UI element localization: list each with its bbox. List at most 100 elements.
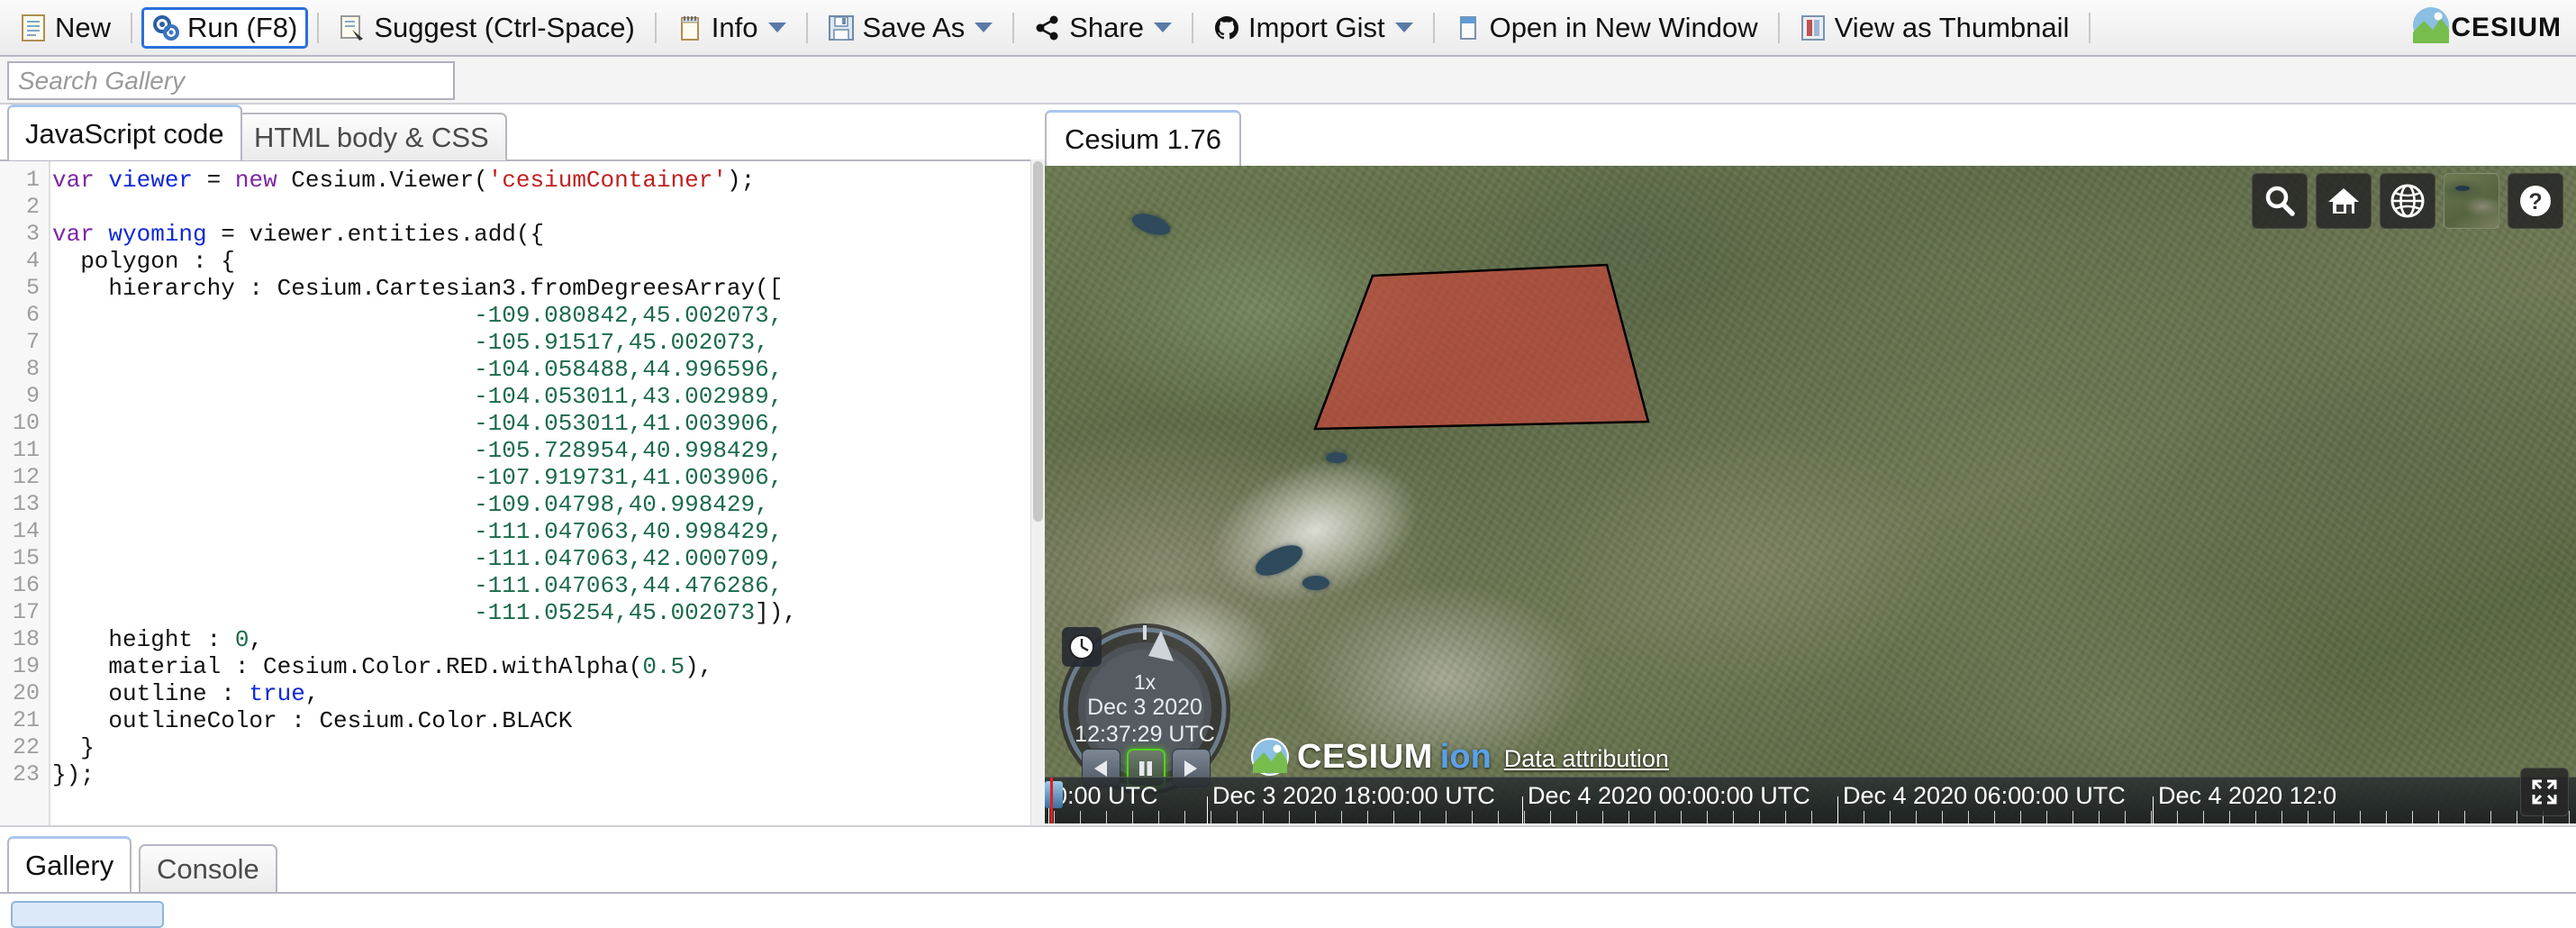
line-number: 3 xyxy=(25,221,40,247)
timeline-minor-tick xyxy=(2177,811,2178,823)
cesium-logo[interactable]: CESIUM xyxy=(2411,5,2567,50)
cesium-brand-text: CESIUM xyxy=(2451,12,2562,42)
help-icon[interactable]: ? xyxy=(2508,173,2563,229)
home-icon[interactable] xyxy=(2316,173,2372,229)
code-token: , xyxy=(304,680,320,707)
timeline-minor-tick xyxy=(1785,811,1786,823)
timeline-scrubber-handle[interactable] xyxy=(1045,781,1063,808)
bottom-panel: Gallery Console xyxy=(0,825,2576,928)
info-button[interactable]: Info xyxy=(666,7,797,49)
search-input[interactable] xyxy=(7,61,455,100)
chevron-down-icon[interactable] xyxy=(1153,23,1172,32)
tab-cesium-version[interactable]: Cesium 1.76 xyxy=(1045,110,1242,166)
gallery-item-placeholder[interactable] xyxy=(11,901,164,928)
timeline-minor-tick xyxy=(1942,811,1943,823)
toolbar-separator xyxy=(805,12,808,43)
new-button-label: New xyxy=(55,11,112,43)
timeline-minor-tick xyxy=(1681,811,1682,823)
save-as-button[interactable]: Save As xyxy=(817,7,1004,49)
line-number: 19 xyxy=(12,653,40,679)
globe-scene-mode-icon[interactable] xyxy=(2380,173,2435,229)
line-number: 8 xyxy=(25,356,40,382)
editor-scroll-thumb[interactable] xyxy=(1033,161,1043,522)
animation-widget[interactable]: 1x Dec 3 2020 12:37:29 UTC xyxy=(1056,620,1234,798)
code-line: outlineColor : Cesium.Color.BLACK xyxy=(52,707,572,734)
credit-display: CESIUM ion Data attribution xyxy=(1250,737,1669,777)
code-token: 0.5 xyxy=(642,653,685,680)
timeline-minor-tick xyxy=(1315,811,1316,823)
timeline-minor-tick xyxy=(1263,811,1264,823)
timeline-minor-tick xyxy=(1524,811,1525,823)
tab-console-label: Console xyxy=(157,852,259,885)
run-button[interactable]: Run (F8) xyxy=(141,6,309,49)
code-token: new xyxy=(234,167,292,194)
chevron-down-icon[interactable] xyxy=(767,23,786,32)
import-gist-button[interactable]: Import Gist xyxy=(1202,7,1424,49)
code-line: -111.047063,42.000709, xyxy=(52,545,783,572)
tab-javascript-code[interactable]: JavaScript code xyxy=(7,105,242,160)
code-token: ), xyxy=(685,653,713,680)
line-number: 7 xyxy=(25,329,40,355)
save-as-button-label: Save As xyxy=(862,11,966,43)
code-editor[interactable]: 1 2 3 4 5 6 7 8 9 10 11 12 13 14 15 16 17 18 19 20 21 22 23 va… xyxy=(0,159,1045,825)
tab-console[interactable]: Console xyxy=(139,844,277,892)
timeline-minor-tick xyxy=(1054,811,1055,823)
code-line: }); xyxy=(52,761,95,788)
timeline-minor-tick xyxy=(2386,811,2387,823)
line-number: 21 xyxy=(12,707,40,733)
clock-icon[interactable] xyxy=(1062,627,1102,667)
cesium-ion-logo[interactable]: CESIUM ion xyxy=(1250,737,1492,777)
timeline-minor-tick xyxy=(2046,811,2047,823)
code-line: hierarchy : Cesium.Cartesian3.fromDegree… xyxy=(52,275,783,302)
timeline-major-tick xyxy=(2153,796,2154,823)
code-line: outline : true, xyxy=(52,680,319,707)
line-number: 11 xyxy=(12,437,40,463)
base-layer-picker-icon[interactable] xyxy=(2444,173,2499,229)
suggest-button-label: Suggest (Ctrl-Space) xyxy=(374,11,635,43)
line-number: 15 xyxy=(12,545,40,571)
timeline-minor-tick xyxy=(1341,811,1342,823)
code-token: -109.04798,40.998429, xyxy=(474,491,769,518)
code-token: var xyxy=(52,221,109,248)
code-token: Cesium.Viewer( xyxy=(291,167,488,194)
chevron-down-icon[interactable] xyxy=(975,23,993,32)
tab-html-body-css[interactable]: HTML body & CSS xyxy=(236,113,507,160)
timeline-widget[interactable]: 0:00 UTC Dec 3 2020 18:00:00 UTC Dec 4 202… xyxy=(1045,777,2576,823)
editor-scrollbar[interactable] xyxy=(1030,159,1045,825)
line-number: 22 xyxy=(12,734,40,760)
tab-gallery[interactable]: Gallery xyxy=(7,836,132,892)
search-icon[interactable] xyxy=(2252,173,2308,229)
timeline-minor-tick xyxy=(2360,811,2361,823)
code-token: -111.047063,42.000709, xyxy=(474,545,784,572)
cesium-globe-canvas[interactable]: ? 1x Dec 3 2020 12:37:29 UTC CESIUM ion … xyxy=(1045,166,2576,823)
timeline-minor-tick xyxy=(1472,811,1473,823)
data-attribution-link[interactable]: Data attribution xyxy=(1504,745,1669,773)
code-line: -105.91517,45.002073, xyxy=(52,329,769,356)
timeline-minor-tick xyxy=(2334,811,2335,823)
code-token: -109.080842,45.002073, xyxy=(474,302,784,329)
code-token: -111.047063,44.476286, xyxy=(474,572,784,599)
fullscreen-expand-icon[interactable] xyxy=(2520,768,2569,816)
suggest-button[interactable]: Suggest (Ctrl-Space) xyxy=(328,7,645,49)
timeline-minor-tick xyxy=(1550,811,1551,823)
toolbar-separator xyxy=(1777,12,1780,43)
wyoming-polygon[interactable] xyxy=(1045,166,2576,823)
new-button[interactable]: New xyxy=(9,7,122,49)
code-line: -104.058488,44.996596, xyxy=(52,356,783,383)
timeline-minor-tick xyxy=(1184,811,1185,823)
share-button[interactable]: Share xyxy=(1023,7,1183,49)
timeline-minor-tick xyxy=(2281,811,2282,823)
open-in-new-window-button[interactable]: Open in New Window xyxy=(1444,7,1769,49)
view-as-thumbnail-button[interactable]: View as Thumbnail xyxy=(1789,7,2081,49)
timeline-minor-tick xyxy=(1132,811,1133,823)
chevron-down-icon[interactable] xyxy=(1394,23,1413,32)
timeline-minor-tick xyxy=(2490,811,2491,823)
line-number: 16 xyxy=(12,572,40,598)
timeline-minor-tick xyxy=(1367,811,1368,823)
